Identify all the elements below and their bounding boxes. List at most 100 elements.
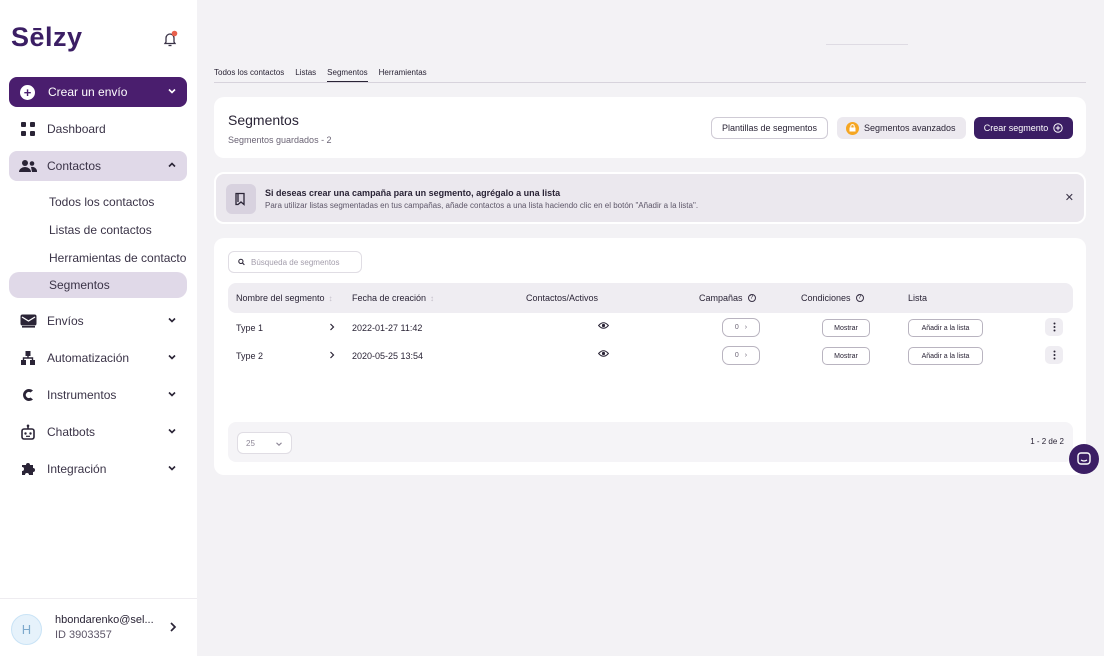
user-id: ID 3903357 <box>55 629 112 641</box>
book-icon <box>226 184 256 214</box>
sidebar-subitem-all-contacts[interactable]: Todos los contactos <box>9 189 187 215</box>
chevron-down-icon <box>168 428 176 434</box>
tab-all-contacts[interactable]: Todos los contactos <box>214 66 284 82</box>
sidebar-item-chatbots[interactable]: Chatbots <box>9 417 187 447</box>
sidebar-item-sends[interactable]: Envíos <box>9 306 187 336</box>
chevron-down-icon <box>168 88 176 94</box>
column-contacts: Contactos/Activos <box>526 293 599 303</box>
sort-icon: ↕ <box>430 293 435 303</box>
sidebar-item-label: Contactos <box>47 159 102 173</box>
eye-icon[interactable] <box>598 321 609 330</box>
create-send-label: Crear un envío <box>48 85 128 99</box>
advanced-segments-button[interactable]: Segmentos avanzados <box>837 117 966 139</box>
chevron-up-icon <box>168 162 176 168</box>
create-segment-label: Crear segmento <box>983 123 1049 133</box>
create-segment-button[interactable]: Crear segmento <box>974 117 1073 139</box>
chevron-right-icon[interactable] <box>168 621 178 633</box>
chevron-down-icon <box>168 465 176 471</box>
segment-name[interactable]: Type 2 <box>236 351 263 361</box>
pagination-info: 1 - 2 de 2 <box>1030 437 1064 446</box>
chevron-right-icon[interactable] <box>328 322 336 332</box>
alert-text: Para utilizar listas segmentadas en tus … <box>265 201 699 210</box>
logo[interactable]: Sēlzy <box>11 22 83 53</box>
column-campaigns: Campañas? <box>699 293 756 303</box>
chat-icon <box>1077 452 1091 465</box>
search-input[interactable] <box>251 257 361 267</box>
more-icon[interactable] <box>1045 318 1063 336</box>
column-label: Nombre del segmento <box>236 293 325 303</box>
sidebar-item-label: Automatización <box>47 351 130 365</box>
chevron-right-icon: › <box>744 324 748 331</box>
advanced-segments-label: Segmentos avanzados <box>864 123 956 133</box>
close-icon[interactable]: ✕ <box>1065 191 1074 204</box>
chevron-right-icon[interactable] <box>328 350 336 360</box>
campaigns-count-button[interactable]: 0 › <box>722 318 760 337</box>
sidebar-item-integration[interactable]: Integración <box>9 454 187 484</box>
segment-name[interactable]: Type 1 <box>236 323 263 333</box>
segment-templates-button[interactable]: Plantillas de segmentos <box>711 117 828 139</box>
sidebar-item-label: Chatbots <box>47 425 96 439</box>
campaigns-count: 0 <box>734 352 739 359</box>
column-name[interactable]: Nombre del segmento ↕ <box>236 293 333 303</box>
bell-icon[interactable] <box>162 30 178 48</box>
tools-icon <box>19 386 37 404</box>
contacts-tabs: Todos los contactos Listas Segmentos Her… <box>214 66 1086 83</box>
sidebar-subitem-contact-tools[interactable]: Herramientas de contacto <box>9 245 187 271</box>
add-to-list-button[interactable]: Añadir a la lista <box>908 347 983 365</box>
show-conditions-button[interactable]: Mostrar <box>822 319 870 337</box>
sidebar-item-label: Integración <box>47 462 107 476</box>
automation-icon <box>19 349 37 367</box>
create-send-button[interactable]: + Crear un envío <box>9 77 187 107</box>
sidebar-item-instruments[interactable]: Instrumentos <box>9 380 187 410</box>
chat-support-button[interactable] <box>1069 444 1099 474</box>
page-title: Segmentos <box>228 112 299 128</box>
column-conditions: Condiciones? <box>801 293 864 303</box>
user-menu[interactable]: H hbondarenko@sel... ID 3903357 <box>0 598 197 656</box>
sidebar: Sēlzy + Crear un envío Dashboard Contact… <box>0 0 197 656</box>
column-label: Condiciones <box>801 293 851 303</box>
chevron-down-icon <box>168 391 176 397</box>
help-icon[interactable]: ? <box>747 294 756 302</box>
sidebar-subitem-contact-lists[interactable]: Listas de contactos <box>9 217 187 243</box>
info-alert: Si deseas crear una campaña para un segm… <box>214 172 1086 224</box>
column-list: Lista <box>908 293 928 303</box>
tab-tools[interactable]: Herramientas <box>379 66 427 82</box>
bot-icon <box>19 423 37 441</box>
table-row: Type 2 2020-05-25 13:54 0 › Mostrar Añadi… <box>228 342 1073 370</box>
campaigns-count-button[interactable]: 0 › <box>722 346 760 365</box>
eye-icon[interactable] <box>598 349 609 358</box>
table-footer: 25 1 - 2 de 2 <box>228 422 1073 462</box>
segments-header-card: Segmentos Segmentos guardados - 2 Planti… <box>214 97 1086 158</box>
sidebar-item-label: Dashboard <box>47 122 106 136</box>
show-conditions-button[interactable]: Mostrar <box>822 347 870 365</box>
chevron-down-icon <box>276 442 282 446</box>
avatar: H <box>11 614 42 645</box>
segment-search[interactable] <box>228 251 362 273</box>
help-icon[interactable]: ? <box>855 294 864 302</box>
tab-lists[interactable]: Listas <box>295 66 316 82</box>
add-to-list-button[interactable]: Añadir a la lista <box>908 319 983 337</box>
per-page-select[interactable]: 25 <box>237 432 292 454</box>
column-created[interactable]: Fecha de creación ↕ <box>352 293 434 303</box>
grid-icon <box>19 120 37 138</box>
search-icon <box>238 258 245 266</box>
sort-icon: ↕ <box>328 293 333 303</box>
campaigns-count: 0 <box>734 324 739 331</box>
created-date: 2022-01-27 11:42 <box>352 323 423 333</box>
puzzle-icon <box>19 460 37 478</box>
saved-segments-count: Segmentos guardados - 2 <box>228 135 332 145</box>
table-header: Nombre del segmento ↕ Fecha de creación ↕ … <box>228 283 1073 313</box>
sidebar-subitem-segments[interactable]: Segmentos <box>9 272 187 298</box>
users-icon <box>19 157 37 175</box>
column-label: Fecha de creación <box>352 293 427 303</box>
sidebar-item-contacts[interactable]: Contactos <box>9 151 187 181</box>
sidebar-item-automation[interactable]: Automatización <box>9 343 187 373</box>
created-date: 2020-05-25 13:54 <box>352 351 424 361</box>
chevron-down-icon <box>168 317 176 323</box>
sidebar-item-dashboard[interactable]: Dashboard <box>9 114 187 144</box>
tab-segments[interactable]: Segmentos <box>327 66 368 82</box>
sidebar-item-label: Instrumentos <box>47 388 117 402</box>
more-icon[interactable] <box>1045 346 1063 364</box>
chevron-right-icon: › <box>744 352 748 359</box>
table-row: Type 1 2022-01-27 11:42 0 › Mostrar Añadi… <box>228 314 1073 342</box>
